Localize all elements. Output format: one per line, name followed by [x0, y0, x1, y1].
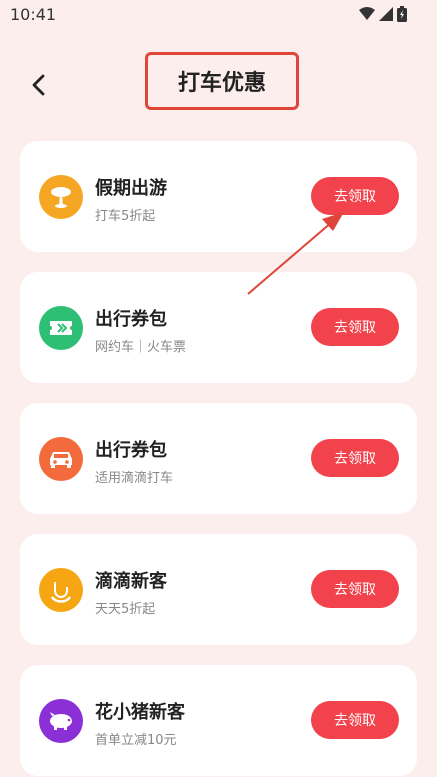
- palm-tree-icon: [39, 175, 83, 219]
- signal-icon: [379, 7, 393, 21]
- card-subtitle: 首单立减10元: [95, 733, 177, 748]
- coupon-card-didi-pack: 出行券包 适用滴滴打车 去领取: [20, 403, 417, 514]
- pig-icon: [39, 699, 83, 743]
- claim-button[interactable]: 去领取: [311, 308, 399, 346]
- car-icon: [39, 437, 83, 481]
- card-title: 假期出游: [95, 178, 167, 199]
- status-time: 10:41: [10, 5, 57, 24]
- card-title: 出行券包: [95, 440, 167, 461]
- coupon-card-travel-pack: 出行券包 网约车｜火车票 去领取: [20, 272, 417, 383]
- card-subtitle: 打车5折起: [95, 209, 156, 224]
- coupon-card-didi-new: 滴滴新客 天天5折起 去领取: [20, 534, 417, 645]
- page-title: 打车优惠: [177, 71, 266, 96]
- card-subtitle: 天天5折起: [95, 602, 156, 617]
- claim-button[interactable]: 去领取: [311, 701, 399, 739]
- wifi-icon: [359, 7, 375, 20]
- status-bar: 10:41: [0, 0, 437, 30]
- card-title: 滴滴新客: [95, 571, 167, 592]
- back-button[interactable]: [26, 70, 52, 100]
- card-title: 花小猪新客: [95, 702, 185, 723]
- battery-icon: [397, 6, 407, 22]
- title-highlight-box: 打车优惠: [145, 52, 299, 110]
- claim-button[interactable]: 去领取: [311, 439, 399, 477]
- claim-button[interactable]: 去领取: [311, 570, 399, 608]
- card-subtitle: 适用滴滴打车: [95, 471, 174, 486]
- chevron-left-icon: [32, 74, 45, 96]
- coupon-card-huaxiaozhu: 花小猪新客 首单立减10元 去领取: [20, 665, 417, 776]
- card-title: 出行券包: [95, 309, 167, 330]
- status-icons: [359, 6, 407, 22]
- ticket-icon: [39, 306, 83, 350]
- didi-logo-icon: [39, 568, 83, 612]
- card-subtitle: 网约车｜火车票: [95, 340, 187, 355]
- claim-button[interactable]: 去领取: [311, 177, 399, 215]
- coupon-card-holiday: 假期出游 打车5折起 去领取: [20, 141, 417, 252]
- header: 打车优惠: [0, 50, 437, 120]
